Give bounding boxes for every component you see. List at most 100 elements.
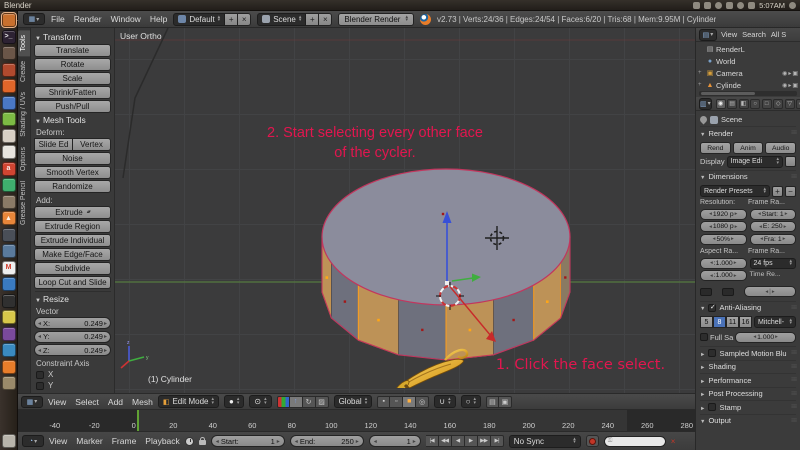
limit-visible-icon[interactable]: ◎ (416, 396, 429, 408)
jump-to-prev-keyframe-button[interactable]: ◀◀ (439, 435, 452, 447)
mode-dropdown[interactable]: ◧Edit Mode▴▾ (158, 395, 219, 408)
frame-range-field[interactable]: ◂Fra: 1▸ (750, 234, 797, 245)
jump-to-start-button[interactable]: |◀ (426, 435, 439, 447)
vlc-icon[interactable]: ▲ (2, 211, 16, 225)
add-tool-button[interactable]: Extrude Individual (34, 234, 111, 247)
volume-icon[interactable] (748, 2, 755, 9)
viewport-menu[interactable]: Mesh (132, 397, 153, 407)
web-globe-icon[interactable] (2, 244, 16, 258)
opengl-render-anim-icon[interactable]: ▣ (499, 396, 512, 408)
pin-icon[interactable] (699, 115, 709, 125)
timeline-menu[interactable]: Playback (145, 436, 180, 446)
display-dropdown[interactable]: Image Edi▴▾ (727, 156, 783, 168)
translate-manipulator-icon[interactable]: ↑ (290, 396, 303, 408)
menu[interactable]: File (51, 14, 65, 24)
viewport-menu[interactable]: View (48, 397, 66, 407)
frame-range-field[interactable]: ◂Start: 1▸ (750, 209, 797, 220)
use-preview-range-icon[interactable] (185, 437, 194, 446)
timeline-editor-type-button[interactable]: ◔ (22, 435, 44, 447)
object-tab[interactable]: □ (762, 99, 772, 109)
trash-icon[interactable] (2, 434, 16, 448)
keying-set-field[interactable]: ⚿ (604, 436, 666, 447)
add-scene-button[interactable]: + (306, 13, 319, 26)
play-reverse-button[interactable]: ◀ (452, 435, 465, 447)
outliner-menu[interactable]: All S (771, 30, 786, 39)
camera-app-icon[interactable] (2, 294, 16, 308)
selectability-arrow-icon[interactable]: ▸ (788, 70, 791, 77)
visibility-eye-icon[interactable]: ◉ (782, 82, 787, 89)
deform-button[interactable]: Noise (34, 152, 111, 165)
modifiers-tab[interactable]: ◇ (773, 99, 783, 109)
axis-checkbox[interactable] (36, 382, 44, 390)
add-tool-button[interactable]: Make Edge/Face (34, 248, 111, 261)
timeline-menu[interactable]: Frame (112, 436, 137, 446)
menu[interactable]: Help (150, 14, 167, 24)
current-frame-field[interactable]: ◂1▸ (369, 435, 421, 447)
section-checkbox[interactable] (708, 403, 716, 411)
aspect-x-field[interactable]: ◂:1.000▸ (700, 258, 747, 269)
anti-aliasing-checkbox[interactable] (708, 304, 716, 312)
dimensions-panel-header[interactable]: Dimensions≡≡ (700, 170, 796, 184)
cheese-icon[interactable] (2, 310, 16, 324)
extrude-dropdown[interactable]: Extrude (34, 206, 111, 219)
deform-button[interactable]: Vertex (73, 138, 111, 151)
libreoffice-writer-icon[interactable] (2, 96, 16, 110)
viewport-editor-type-button[interactable]: ▦ (21, 396, 43, 408)
aa-samples-button[interactable]: 11 (726, 316, 739, 328)
terminal-icon[interactable]: >_ (2, 30, 16, 44)
photos-icon[interactable] (2, 228, 16, 242)
render-layers-tab[interactable]: ▤ (727, 99, 737, 109)
shelf-tab[interactable]: Shading / UVs (18, 87, 30, 142)
snap-dropdown[interactable]: ∪▴▾ (434, 395, 455, 408)
lock-time-icon[interactable] (199, 440, 206, 445)
transform-button[interactable]: Shrink/Fatten (34, 86, 111, 99)
section-checkbox[interactable] (708, 349, 716, 357)
firefox-icon[interactable] (2, 79, 16, 93)
gmail-icon[interactable]: M (2, 261, 16, 275)
properties-section-header[interactable]: Output ≡≡ (700, 414, 796, 428)
timeline-ruler[interactable]: -40-200204060801001201401601802002202402… (18, 409, 695, 431)
orientation-dropdown[interactable]: Global▴▾ (334, 395, 373, 408)
viewport-shading-dropdown[interactable]: ●▴▾ (224, 395, 244, 408)
transform-button[interactable]: Rotate (34, 58, 111, 71)
cylinder-mesh[interactable] (322, 169, 570, 360)
folder-icon[interactable] (704, 2, 711, 9)
add-preset-button[interactable]: + (772, 186, 783, 197)
world-tab[interactable]: ○ (750, 99, 760, 109)
jump-to-end-button[interactable]: ▶| (491, 435, 504, 447)
bluetooth-icon[interactable] (715, 2, 722, 9)
face-select-icon[interactable]: ■ (403, 396, 416, 408)
amazon-icon[interactable]: a (2, 162, 16, 176)
play-button[interactable]: ▶ (465, 435, 478, 447)
transform-button[interactable]: Scale (34, 72, 111, 85)
renderability-camera-icon[interactable]: ▣ (792, 82, 798, 89)
render-action-button[interactable]: Rend (700, 142, 731, 154)
timeline-menu[interactable]: View (49, 436, 67, 446)
session-gear-icon[interactable] (789, 2, 796, 9)
crop-swatch[interactable] (722, 288, 734, 296)
render-tab[interactable]: ◉ (716, 99, 726, 109)
aspect-y-field[interactable]: ◂:1.000▸ (700, 270, 747, 281)
pivot-dropdown[interactable]: ⊙▴▾ (249, 395, 271, 408)
outliner-item[interactable]: ▤ RenderL ◉ ▸ ▣ (698, 43, 798, 55)
properties-section-header[interactable]: Stamp ≡≡ (700, 400, 796, 414)
full-sample-checkbox[interactable] (700, 333, 708, 341)
network-icon[interactable] (693, 2, 700, 9)
shelf-tab[interactable]: Grease Pencil (18, 176, 30, 230)
end-frame-field[interactable]: ◂End:250▸ (290, 435, 364, 447)
axis-checkbox[interactable] (36, 371, 44, 379)
fps-dropdown[interactable]: 24 fps▴▾ (750, 258, 797, 269)
shelf-tab[interactable]: Options (18, 142, 30, 176)
remove-preset-button[interactable]: − (785, 186, 796, 197)
package-icon[interactable] (2, 63, 16, 77)
edge-select-icon[interactable]: ▫ (390, 396, 403, 408)
add-layout-button[interactable]: + (225, 13, 238, 26)
opengl-render-icon[interactable]: ▤ (486, 396, 499, 408)
add-tool-button[interactable]: Loop Cut and Slide (34, 276, 111, 289)
aa-samples-button[interactable]: 16 (739, 316, 752, 328)
add-tool-button[interactable]: Extrude Region (34, 220, 111, 233)
deform-button[interactable]: Slide Ed (34, 138, 73, 151)
time-remap-field[interactable]: ◂|▸ (744, 286, 796, 297)
delete-scene-button[interactable]: × (319, 13, 332, 26)
render-panel-header[interactable]: Render≡≡ (700, 126, 796, 140)
